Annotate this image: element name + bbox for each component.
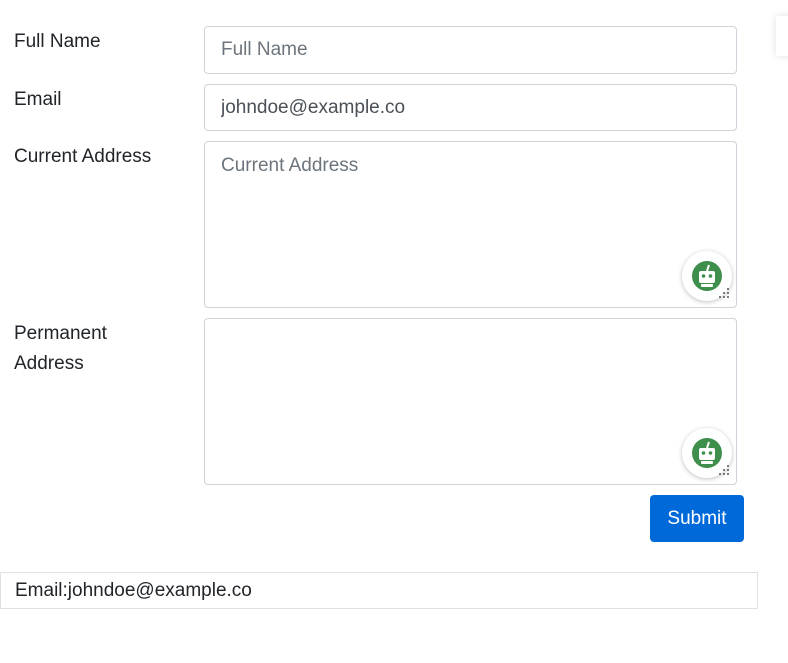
resize-grip-icon[interactable] — [719, 465, 729, 475]
scroll-corner-overlay — [776, 16, 788, 56]
output-email-text: Email:johndoe@example.co — [15, 580, 252, 601]
resize-grip-icon[interactable] — [719, 288, 729, 298]
email-input[interactable] — [204, 84, 737, 131]
current-address-label: Current Address — [14, 146, 152, 167]
full-name-input[interactable] — [204, 26, 737, 74]
full-name-label: Full Name — [14, 31, 101, 52]
permanent-address-textarea[interactable] — [204, 318, 737, 485]
permanent-address-label-line1: Permanent — [14, 323, 107, 344]
email-label: Email — [14, 89, 62, 110]
current-address-textarea[interactable] — [204, 141, 737, 308]
permanent-address-label: Permanent Address — [14, 319, 107, 379]
permanent-address-label-line2: Address — [14, 353, 84, 374]
submit-button[interactable]: Submit — [650, 495, 744, 542]
output-box: Email:johndoe@example.co — [0, 572, 758, 609]
